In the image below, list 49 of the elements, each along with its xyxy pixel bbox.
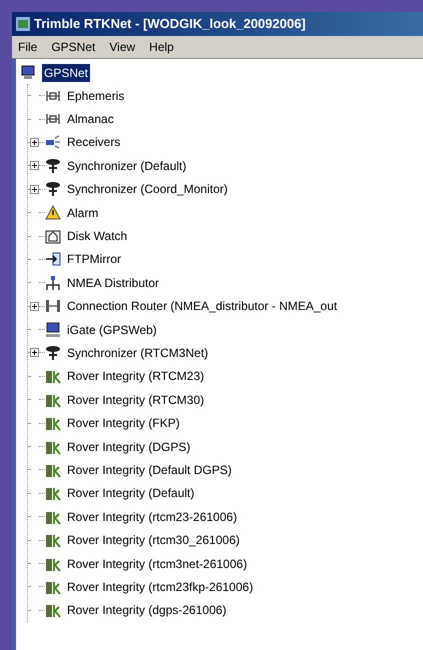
tree-item[interactable]: Synchronizer (Coord_Monitor): [67, 180, 228, 198]
arrow-into-box-icon: [45, 251, 61, 268]
tree-item[interactable]: Rover Integrity (DGPS): [67, 438, 190, 456]
tree-item[interactable]: Synchronizer (RTCM3Net): [67, 344, 208, 362]
menu-item[interactable]: Help: [149, 38, 174, 56]
tree-item[interactable]: FTPMirror: [67, 250, 121, 268]
app-icon: [16, 17, 30, 31]
tree-item[interactable]: Receivers: [67, 133, 120, 152]
tree-item[interactable]: Rover Integrity (rtcm30_261006): [67, 531, 240, 550]
rover-integrity-icon: [45, 368, 61, 384]
tree-item[interactable]: Connection Router (NMEA_distributor - NMEA_out: [67, 297, 338, 316]
rover-integrity-icon: [45, 485, 61, 502]
tree-item[interactable]: Rover Integrity (rtcm3net-261006): [67, 554, 248, 572]
menu-item[interactable]: File: [18, 38, 38, 56]
tree-item[interactable]: Rover Integrity (FKP): [67, 414, 180, 432]
receivers-icon: [45, 134, 61, 150]
warning-icon: [45, 204, 61, 221]
expand-toggle[interactable]: [30, 348, 39, 358]
tree-item[interactable]: NMEA Distributor: [67, 274, 160, 292]
router-icon: [45, 298, 61, 314]
tree-item[interactable]: Rover Integrity (Default DGPS): [67, 460, 232, 479]
tree-item[interactable]: Alarm: [67, 204, 98, 222]
tree-item[interactable]: Synchronizer (Default): [67, 156, 186, 175]
rover-integrity-icon: [45, 602, 61, 618]
tree-item[interactable]: Disk Watch: [67, 227, 128, 246]
tree-item[interactable]: Rover Integrity (dgps-261006): [67, 601, 226, 620]
distributor-icon: [45, 274, 61, 291]
tree-item[interactable]: Ephemeris: [67, 86, 124, 105]
expand-toggle[interactable]: [30, 184, 39, 194]
rover-integrity-icon: [45, 532, 61, 548]
window-title: Trimble RTKNet - [WODGIK_look_20092006]: [34, 15, 306, 34]
expand-toggle[interactable]: [30, 138, 39, 147]
tree-item[interactable]: Rover Integrity (rtcm23-261006): [67, 508, 238, 526]
tree-item[interactable]: Almanac: [67, 110, 114, 128]
menu-item[interactable]: GPSNet: [51, 38, 96, 56]
expand-toggle[interactable]: [30, 302, 39, 311]
tree-item[interactable]: iGate (GPSWeb): [67, 320, 157, 339]
menu-item[interactable]: View: [109, 38, 136, 56]
tree-item[interactable]: Rover Integrity (rtcm23fkp-261006): [67, 578, 254, 596]
tree-item[interactable]: Rover Integrity (RTCM23): [67, 367, 204, 386]
tree-item[interactable]: Rover Integrity (Default): [67, 484, 194, 502]
rover-integrity-icon: [45, 415, 61, 432]
expand-toggle[interactable]: [30, 161, 39, 170]
tree-item[interactable]: GPSNet: [42, 64, 90, 82]
antenna-icon: [45, 181, 61, 198]
antenna-icon: [45, 344, 61, 361]
computer-icon: [20, 64, 36, 80]
antenna-icon: [45, 158, 61, 174]
tree-item[interactable]: Rover Integrity (RTCM30): [67, 390, 204, 409]
